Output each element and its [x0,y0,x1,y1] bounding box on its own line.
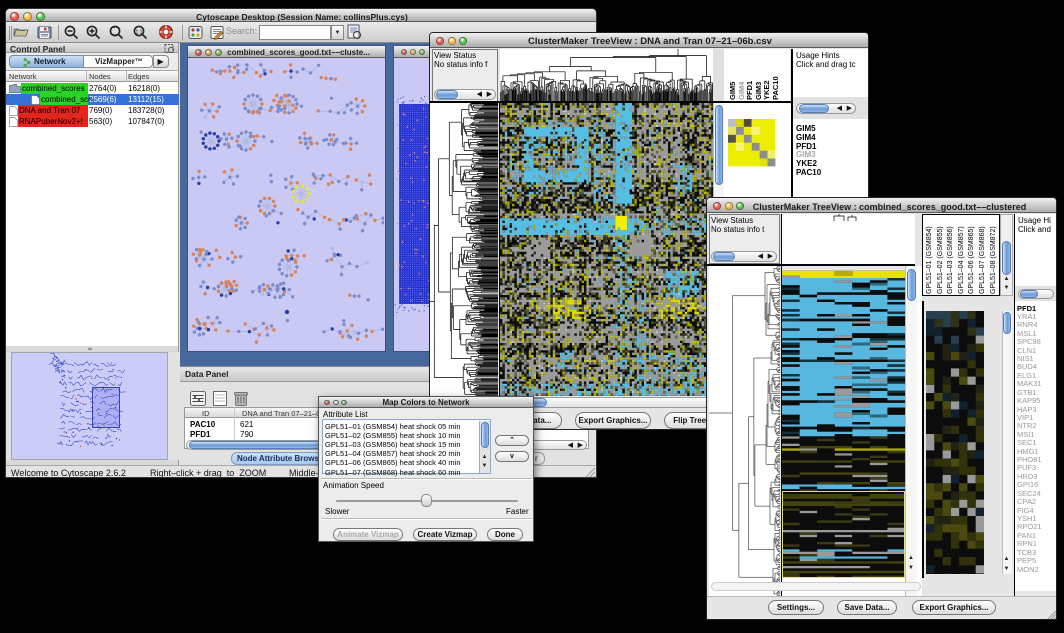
svg-text:1:1: 1:1 [136,30,143,36]
